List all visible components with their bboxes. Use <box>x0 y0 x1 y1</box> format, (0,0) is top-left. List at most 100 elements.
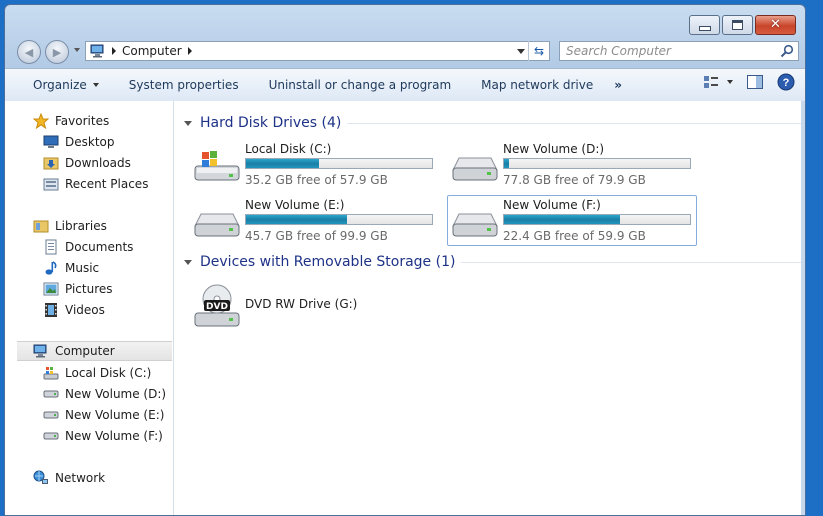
forward-arrow-icon: ▶ <box>52 45 62 59</box>
change-view-button[interactable] <box>703 75 733 89</box>
explorer-window: ✕ ◀ ▶ Computer ⇆ Search Computer Organiz… <box>4 4 806 516</box>
group-divider <box>461 261 805 263</box>
refresh-button[interactable]: ⇆ <box>528 41 549 61</box>
capacity-fill <box>504 215 621 224</box>
drive-free-space: 22.4 GB free of 59.9 GB <box>503 229 646 243</box>
removable-storage-group[interactable]: Devices with Removable Storage (1) <box>184 254 805 270</box>
collapse-group-icon[interactable] <box>184 120 192 126</box>
breadcrumb-computer[interactable]: Computer <box>122 44 182 58</box>
chevron-down-icon <box>92 83 99 87</box>
music-note-icon <box>43 260 59 276</box>
preview-pane-icon[interactable] <box>747 75 763 89</box>
group-divider <box>347 122 803 124</box>
organize-button[interactable]: Organize <box>5 73 114 97</box>
window-right-edge <box>801 101 805 515</box>
caption-buttons: ✕ <box>689 15 796 35</box>
drive-name: DVD RW Drive (G:) <box>245 297 358 311</box>
uninstall-program-button[interactable]: Uninstall or change a program <box>254 73 467 97</box>
capacity-fill <box>246 159 319 168</box>
network-globe-icon <box>33 470 49 486</box>
nav-local-disk-label: Local Disk (C:) <box>65 366 152 380</box>
computer-icon <box>90 44 104 58</box>
map-network-drive-button[interactable]: Map network drive <box>466 73 608 97</box>
breadcrumb-arrow-icon[interactable] <box>112 47 116 55</box>
capacity-bar <box>503 158 691 169</box>
search-input[interactable]: Search Computer <box>559 41 799 61</box>
forward-button[interactable]: ▶ <box>45 40 69 64</box>
desktop-icon <box>43 134 59 150</box>
drive-name: Local Disk (C:) <box>245 142 332 156</box>
hard-drive-icon <box>43 386 59 402</box>
map-drive-label: Map network drive <box>481 78 594 92</box>
nav-videos-label: Videos <box>65 303 105 317</box>
hard-drive-icon <box>452 213 498 237</box>
maximize-button[interactable] <box>722 15 753 35</box>
drive-name: New Volume (D:) <box>503 142 605 156</box>
drive-item-e[interactable]: New Volume (E:) 45.7 GB free of 99.9 GB <box>189 195 439 246</box>
chevron-down-icon <box>727 80 733 84</box>
hard-drive-icon <box>452 157 498 181</box>
svg-text:?: ? <box>783 77 790 89</box>
hard-drive-icon <box>194 213 240 237</box>
organize-label: Organize <box>33 78 87 92</box>
hard-disk-drives-group[interactable]: Hard Disk Drives (4) <box>184 115 803 131</box>
nav-pictures-label: Pictures <box>65 282 113 296</box>
drive-free-space: 35.2 GB free of 57.9 GB <box>245 173 388 187</box>
drive-free-space: 45.7 GB free of 99.9 GB <box>245 229 388 243</box>
dvd-drive-icon: DVD <box>194 284 240 327</box>
nav-desktop-label: Desktop <box>65 135 115 149</box>
nav-libraries-label: Libraries <box>55 219 107 233</box>
drive-name: New Volume (E:) <box>245 198 345 212</box>
navigation-bar: ◀ ▶ Computer ⇆ Search Computer <box>5 39 805 67</box>
breadcrumb-arrow-icon[interactable] <box>187 47 192 55</box>
removable-storage-title: Devices with Removable Storage (1) <box>200 254 456 270</box>
nav-music-label: Music <box>65 261 100 275</box>
drive-name: New Volume (F:) <box>503 198 601 212</box>
drive-item-f[interactable]: New Volume (F:) 22.4 GB free of 59.9 GB <box>447 195 697 246</box>
command-toolbar: Organize System properties Uninstall or … <box>5 68 805 102</box>
help-icon[interactable]: ? <box>777 73 795 91</box>
nav-recent-label: Recent Places <box>65 177 149 191</box>
nav-favorites-label: Favorites <box>55 114 110 128</box>
address-bar[interactable]: Computer ⇆ <box>85 41 550 61</box>
system-properties-button[interactable]: System properties <box>114 73 254 97</box>
search-placeholder: Search Computer <box>566 44 671 58</box>
recent-places-icon <box>43 176 59 192</box>
recent-pages-dropdown[interactable] <box>74 48 80 52</box>
drive-item-c[interactable]: Local Disk (C:) 35.2 GB free of 57.9 GB <box>189 139 439 190</box>
film-strip-icon <box>43 302 59 318</box>
system-properties-label: System properties <box>128 78 239 92</box>
pictures-icon <box>43 281 59 297</box>
capacity-bar <box>503 214 691 225</box>
uninstall-label: Uninstall or change a program <box>268 78 452 92</box>
hard-drive-icon <box>43 407 59 423</box>
refresh-icon: ⇆ <box>533 44 545 58</box>
hard-drive-icon <box>43 428 59 444</box>
back-button[interactable]: ◀ <box>17 40 41 64</box>
documents-icon <box>43 239 59 255</box>
back-arrow-icon: ◀ <box>24 45 34 59</box>
nav-volume-d-label: New Volume (D:) <box>65 387 167 401</box>
nav-computer-label: Computer <box>55 344 115 358</box>
system-drive-icon <box>194 151 240 181</box>
capacity-bar <box>245 158 433 169</box>
capacity-fill <box>246 215 347 224</box>
search-icon[interactable] <box>780 44 794 58</box>
nav-computer[interactable]: Computer <box>17 341 172 361</box>
system-drive-icon <box>43 365 59 381</box>
nav-volume-e-label: New Volume (E:) <box>65 408 165 422</box>
capacity-fill <box>504 159 509 168</box>
more-commands-button[interactable]: » <box>608 73 628 97</box>
close-button[interactable]: ✕ <box>755 15 796 35</box>
computer-icon <box>33 343 49 359</box>
drive-item-d[interactable]: New Volume (D:) 77.8 GB free of 79.9 GB <box>447 139 697 190</box>
navigation-pane: Favorites Desktop Downloads Recent Place… <box>5 101 174 515</box>
drive-item-dvd[interactable]: DVD DVD RW Drive (G:) <box>189 278 439 334</box>
drive-free-space: 77.8 GB free of 79.9 GB <box>503 173 646 187</box>
address-history-dropdown[interactable] <box>517 49 525 54</box>
nav-network-label: Network <box>55 471 106 485</box>
minimize-button[interactable] <box>689 15 720 35</box>
star-icon <box>33 113 49 129</box>
collapse-group-icon[interactable] <box>184 259 192 265</box>
nav-downloads-label: Downloads <box>65 156 131 170</box>
